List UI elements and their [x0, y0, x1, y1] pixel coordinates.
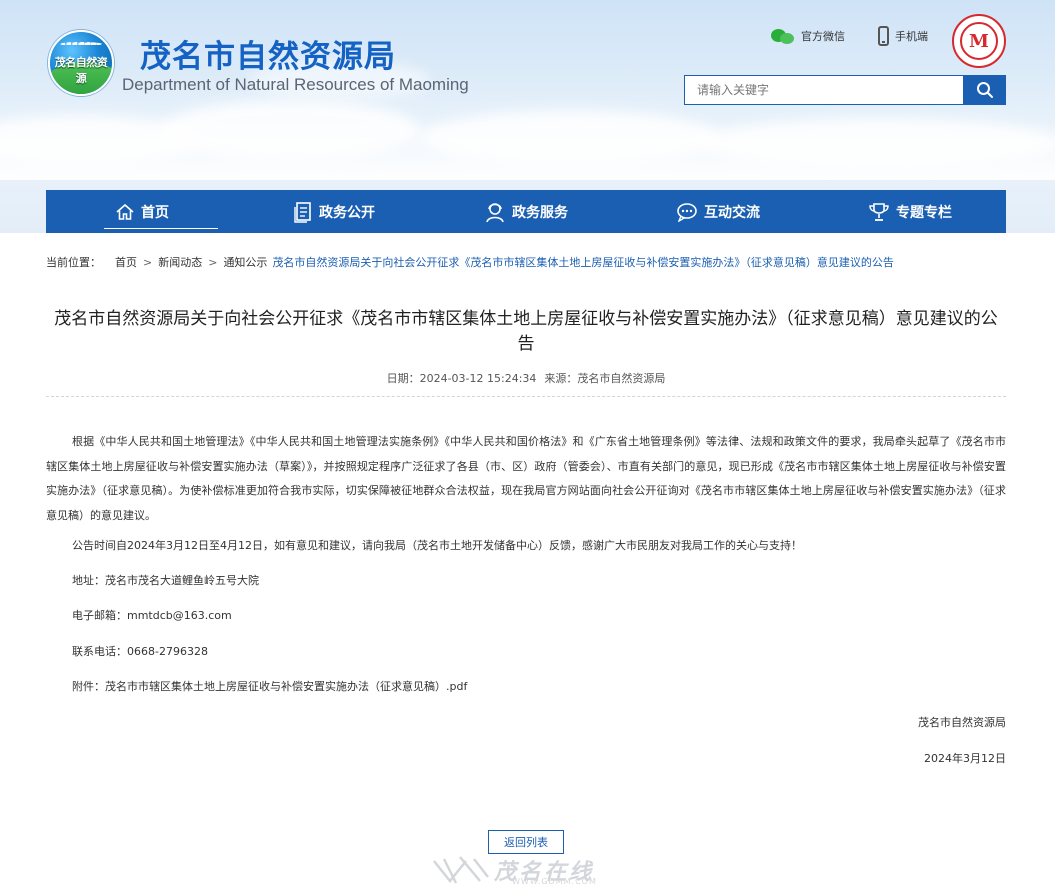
source-label: 来源： — [544, 372, 578, 385]
article-title: 茂名市自然资源局关于向社会公开征求《茂名市市辖区集体土地上房屋征收与补偿安置实施… — [54, 309, 998, 354]
article-paragraph-2: 公告时间自2024年3月12日至4月12日，如有意见和建议，请向我局（茂名市土地… — [72, 539, 802, 552]
breadcrumb: 当前位置： 首页 > 新闻动态 > 通知公示 茂名市自然资源局关于向社会公开征求… — [46, 254, 1006, 270]
nav-item-home[interactable]: 首页 — [46, 190, 238, 233]
breadcrumb-separator: > — [143, 255, 153, 269]
official-wechat-link[interactable]: 官方微信 — [771, 25, 845, 47]
main-nav: 首页 政务公开 政务服务 互动交流 专题专栏 — [46, 190, 1006, 233]
nav-item-label: 互动交流 — [704, 204, 760, 221]
contact-phone: 联系电话：0668-2796328 — [72, 645, 208, 658]
publish-date: 2024-03-12 15:24:34 — [419, 372, 537, 385]
title-divider — [46, 396, 1006, 397]
article-meta: 日期：2024-03-12 15:24:34 来源：茂名市自然资源局 — [46, 370, 1006, 386]
nav-item-special-topics[interactable]: 专题专栏 — [814, 190, 1006, 233]
nav-item-interaction[interactable]: 互动交流 — [622, 190, 814, 233]
trophy-icon — [868, 201, 890, 223]
signature-org: 茂名市自然资源局 — [918, 716, 1006, 729]
home-icon — [115, 202, 135, 222]
nav-item-label: 政务公开 — [319, 204, 375, 221]
breadcrumb-prefix: 当前位置： — [46, 256, 101, 269]
chat-bubble-icon — [676, 202, 698, 222]
date-label: 日期： — [386, 372, 420, 385]
search-button[interactable] — [963, 75, 1006, 105]
mobile-label: 手机端 — [895, 30, 928, 43]
wechat-icon — [771, 27, 795, 45]
service-person-icon — [484, 201, 506, 223]
site-title[interactable]: 茂名市自然资源局 — [140, 31, 396, 76]
seal-mark: M — [960, 22, 998, 60]
mobile-link[interactable]: 手机端 — [878, 25, 928, 47]
breadcrumb-home[interactable]: 首页 — [115, 254, 137, 270]
site-logo-emblem[interactable]: 茂名自然资源 — [48, 30, 114, 96]
signature-date: 2024年3月12日 — [924, 752, 1006, 765]
search-icon — [976, 82, 993, 98]
site-subtitle: Department of Natural Resources of Maomi… — [122, 75, 469, 94]
document-icon — [293, 201, 313, 223]
maoming-seal-logo[interactable]: M — [952, 14, 1006, 68]
attachment-line: 附件：茂名市市辖区集体土地上房屋征收与补偿安置实施办法（征求意见稿）.pdf — [46, 679, 1006, 695]
breadcrumb-notices[interactable]: 通知公示 — [223, 254, 267, 270]
breadcrumb-news[interactable]: 新闻动态 — [158, 254, 202, 270]
mobile-phone-icon — [878, 26, 889, 46]
nav-item-label: 首页 — [141, 204, 169, 221]
contact-email: 电子邮箱：mmtdcb@163.com — [46, 608, 1006, 624]
breadcrumb-separator: > — [208, 255, 218, 269]
wechat-label: 官方微信 — [801, 30, 845, 43]
nav-item-label: 政务服务 — [512, 204, 568, 221]
breadcrumb-current: 茂名市自然资源局关于向社会公开征求《茂名市市辖区集体土地上房屋征收与补偿安置实施… — [272, 256, 894, 269]
article-paragraph-1: 根据《中华人民共和国土地管理法》《中华人民共和国土地管理法实施条例》《中华人民共… — [46, 435, 1006, 522]
emblem-dots — [60, 42, 102, 46]
site-header: 茂名自然资源 茂名市自然资源局 Department of Natural Re… — [0, 0, 1055, 190]
email-value: mmtdcb@163.com — [127, 609, 232, 622]
search-input[interactable] — [684, 75, 964, 105]
nav-item-label: 专题专栏 — [896, 204, 952, 221]
watermark-logo-icon — [433, 856, 489, 884]
watermark-url: WWW.GDMM.COM — [512, 877, 597, 886]
email-label: 电子邮箱： — [72, 609, 127, 622]
watermark: 茂名在线 WWW.GDMM.COM — [430, 850, 640, 890]
attachment-link[interactable]: 茂名市市辖区集体土地上房屋征收与补偿安置实施办法（征求意见稿）.pdf — [105, 680, 467, 693]
attachment-label: 附件： — [72, 680, 105, 693]
contact-address: 地址：茂名市茂名大道鲤鱼岭五号大院 — [72, 574, 259, 587]
emblem-text: 茂名自然资源 — [54, 56, 108, 85]
article-source: 茂名市自然资源局 — [577, 372, 666, 385]
nav-item-government-services[interactable]: 政务服务 — [430, 190, 622, 233]
nav-item-government-affairs-open[interactable]: 政务公开 — [238, 190, 430, 233]
